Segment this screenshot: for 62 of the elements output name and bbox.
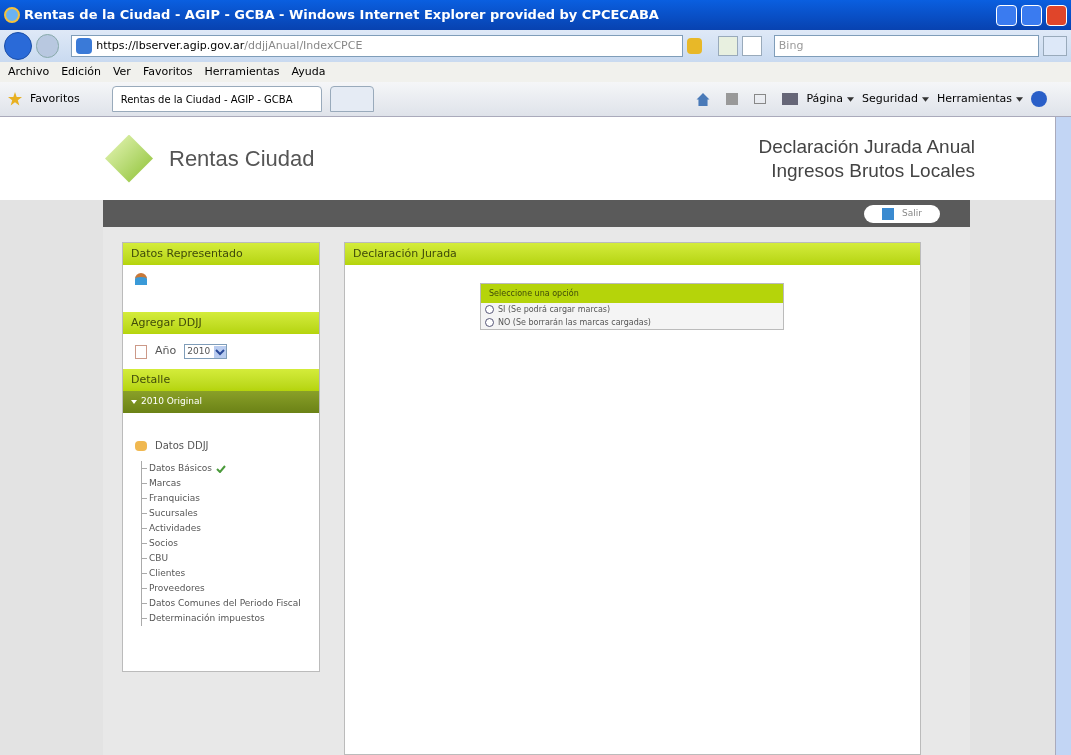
brand-name: Rentas Ciudad bbox=[169, 145, 315, 173]
tree-item[interactable]: Determinación impuestos bbox=[149, 611, 265, 626]
tree-item[interactable]: Sucursales bbox=[149, 506, 198, 521]
tree-item[interactable]: Datos Comunes del Periodo Fiscal bbox=[149, 596, 301, 611]
home-icon bbox=[696, 92, 711, 106]
tree-item[interactable]: CBU bbox=[149, 551, 169, 566]
star-icon bbox=[8, 92, 22, 106]
tree-item[interactable]: Clientes bbox=[149, 566, 186, 581]
new-tab-button[interactable] bbox=[329, 86, 374, 112]
radio-button[interactable] bbox=[485, 318, 494, 327]
logout-button[interactable]: Salir bbox=[864, 204, 940, 223]
caret-icon bbox=[847, 96, 855, 102]
command-button[interactable]: Seguridad bbox=[862, 90, 930, 108]
caret-icon bbox=[1016, 96, 1023, 102]
page-title: Declaración Jurada Anual bbox=[758, 134, 975, 159]
tree-item[interactable]: Marcas bbox=[149, 476, 181, 491]
command-button[interactable]: Página bbox=[806, 90, 855, 108]
close-button[interactable] bbox=[1046, 4, 1067, 26]
url-path: /ddjjAnual/IndexCPCE bbox=[244, 37, 363, 54]
tree-item[interactable]: Proveedores bbox=[149, 581, 205, 596]
favorites-button[interactable]: Favoritos bbox=[30, 90, 80, 108]
tree-item[interactable]: Actividades bbox=[149, 521, 201, 536]
menu-item[interactable]: Ayuda bbox=[291, 63, 326, 81]
tree-folder[interactable]: Datos DDJJ bbox=[155, 438, 209, 453]
stop-button[interactable] bbox=[742, 36, 762, 56]
panel-header: Datos Representado bbox=[123, 243, 319, 265]
panel-header: Detalle bbox=[123, 369, 319, 391]
caret-icon bbox=[922, 96, 930, 102]
minimize-button[interactable] bbox=[996, 4, 1017, 26]
command-button[interactable]: Herramientas bbox=[937, 90, 1023, 108]
caret-icon bbox=[131, 400, 137, 404]
window-title: Rentas de la Ciudad - AGIP - GCBA - Windows Internet Explorer provided by CPCECABA bbox=[24, 6, 660, 25]
menu-item[interactable]: Archivo bbox=[8, 63, 50, 81]
menu-item[interactable]: Ver bbox=[112, 63, 131, 81]
maximize-button[interactable] bbox=[1021, 4, 1042, 26]
menu-item[interactable]: Favoritos bbox=[142, 63, 193, 81]
help-icon bbox=[1031, 91, 1047, 107]
refresh-button[interactable] bbox=[718, 36, 739, 56]
browser-tab[interactable]: Rentas de la Ciudad - AGIP - GCBA bbox=[111, 86, 322, 112]
year-label: Año bbox=[155, 343, 177, 360]
panel-header: Declaración Jurada bbox=[345, 243, 920, 265]
year-select[interactable]: 2010 bbox=[184, 344, 228, 359]
address-field[interactable]: https://lbserver.agip.gov.ar/ddjjAnual/IndexCPCE bbox=[71, 35, 683, 57]
scrollbar[interactable] bbox=[1055, 117, 1071, 755]
tree-item[interactable]: Franquicias bbox=[149, 491, 200, 506]
tree-item[interactable]: Datos Básicos bbox=[149, 461, 213, 476]
back-button[interactable] bbox=[4, 32, 32, 60]
document-icon bbox=[135, 344, 147, 359]
user-icon bbox=[135, 273, 147, 285]
radio-button[interactable] bbox=[485, 305, 494, 314]
menu-item[interactable]: Edición bbox=[61, 63, 101, 81]
url-host: https://lbserver.agip.gov.ar bbox=[96, 37, 245, 54]
dropdown-arrow-icon bbox=[214, 345, 227, 358]
panel-header: Agregar DDJJ bbox=[123, 312, 319, 334]
tree-header[interactable]: 2010 Original bbox=[123, 391, 319, 413]
page-subtitle: Ingresos Brutos Locales bbox=[771, 158, 975, 183]
menu-item[interactable]: Herramientas bbox=[204, 63, 280, 81]
browser-icon bbox=[4, 7, 20, 23]
option-box-header: Seleccione una opción bbox=[481, 284, 783, 303]
tree-header-label: 2010 Original bbox=[141, 395, 202, 409]
tree-item[interactable]: Socios bbox=[149, 536, 178, 551]
folder-icon bbox=[135, 440, 147, 451]
